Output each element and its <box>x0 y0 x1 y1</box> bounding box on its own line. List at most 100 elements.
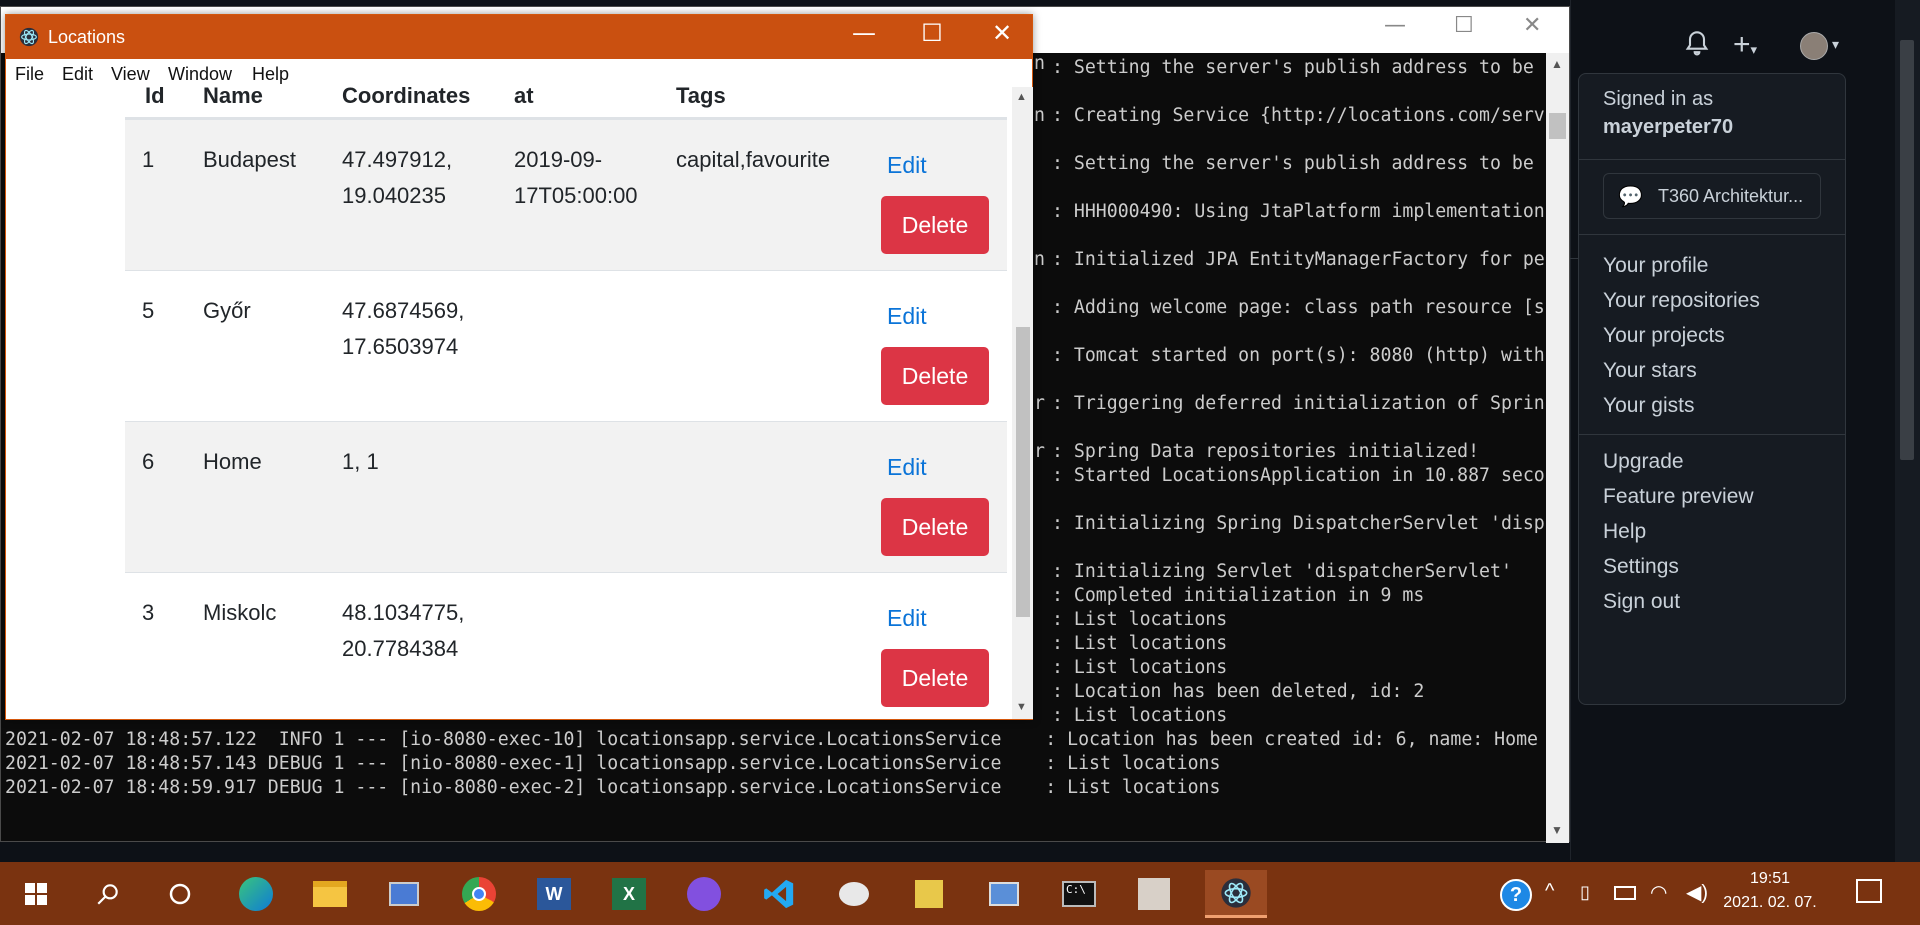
avatar[interactable] <box>1800 32 1828 60</box>
scroll-thumb[interactable] <box>1549 113 1566 139</box>
cell-id: 6 <box>142 449 155 474</box>
log-edge-char: r <box>1034 393 1045 414</box>
menu-feature-preview[interactable]: Feature preview <box>1603 485 1754 509</box>
battery-icon[interactable] <box>1614 886 1636 900</box>
log-line: : Started LocationsApplication in 10.887… <box>1052 465 1545 486</box>
chevron-up-icon[interactable]: ^ <box>1545 880 1554 903</box>
log-line: : Tomcat started on port(s): 8080 (http)… <box>1052 345 1545 366</box>
wifi-icon[interactable]: ◠ <box>1650 880 1667 905</box>
log-line: : Setting the server's publish address t… <box>1052 57 1534 78</box>
menu-your-projects[interactable]: Your projects <box>1603 324 1725 348</box>
tools-icon[interactable] <box>905 870 953 918</box>
cortana-icon[interactable] <box>156 870 204 918</box>
delete-button[interactable]: Delete <box>881 347 989 405</box>
edge-browser-icon[interactable] <box>232 870 280 918</box>
close-icon[interactable]: ✕ <box>1523 13 1541 38</box>
table-row: 6 Home 1, 1 Edit Delete <box>125 421 1007 572</box>
menu-your-profile[interactable]: Your profile <box>1603 254 1708 278</box>
menu-sign-out[interactable]: Sign out <box>1603 590 1680 614</box>
log-line: : List locations <box>1052 633 1228 654</box>
menu-help[interactable]: Help <box>252 64 289 85</box>
delete-button[interactable]: Delete <box>881 649 989 707</box>
log-edge-char: n <box>1034 105 1045 126</box>
volume-icon[interactable]: ◀) <box>1686 880 1708 905</box>
menu-file[interactable]: File <box>15 64 44 85</box>
maximize-icon[interactable]: ☐ <box>904 19 960 55</box>
header-at: at <box>514 87 534 108</box>
divider <box>1579 159 1845 160</box>
minimize-icon[interactable]: — <box>836 19 892 55</box>
notification-icon[interactable] <box>1856 879 1882 903</box>
phone-icon[interactable]: ▯ <box>1580 882 1590 903</box>
delete-button[interactable]: Delete <box>881 498 989 556</box>
word-icon[interactable]: W <box>530 870 578 918</box>
table-row: 1 Budapest 47.497912, 19.040235 2019-09-… <box>125 119 1007 270</box>
divider <box>1570 0 1571 860</box>
edit-link[interactable]: Edit <box>887 605 927 632</box>
bell-icon[interactable] <box>1683 30 1711 65</box>
scroll-up-icon[interactable]: ▲ <box>1551 57 1563 71</box>
set-status-button[interactable]: 💬 T360 Architektur... <box>1603 173 1821 219</box>
cell-coord: 17.6503974 <box>342 334 459 359</box>
scroll-down-icon[interactable]: ▼ <box>1551 823 1563 837</box>
edit-link[interactable]: Edit <box>887 152 927 179</box>
network-icon[interactable] <box>980 870 1028 918</box>
log-line: : Creating Service {http://locations.com… <box>1052 105 1545 126</box>
menu-your-repositories[interactable]: Your repositories <box>1603 289 1760 313</box>
log-line: : Triggering deferred initialization of … <box>1052 393 1545 414</box>
clock[interactable]: 19:51 2021. 02. 07. <box>1720 870 1820 912</box>
cell-coord: 48.1034775, <box>342 600 465 625</box>
maximize-icon[interactable]: ☐ <box>1454 13 1474 38</box>
status-text: T360 Architektur... <box>1658 186 1804 206</box>
search-icon[interactable] <box>84 870 132 918</box>
app-scrollbar[interactable]: ▲ ▼ <box>1012 87 1033 719</box>
vscode-icon[interactable] <box>755 870 803 918</box>
plus-icon[interactable]: +▾ <box>1733 28 1757 62</box>
log-line: : Completed initialization in 9 ms <box>1052 585 1425 606</box>
menu-your-stars[interactable]: Your stars <box>1603 359 1697 383</box>
menu-window[interactable]: Window <box>168 64 232 85</box>
chrome-icon[interactable] <box>455 870 503 918</box>
locations-table: Id Name Coordinates at Tags 1 Budapest 4… <box>6 87 1012 719</box>
menu-your-gists[interactable]: Your gists <box>1603 394 1694 418</box>
browser-scrollbar[interactable] <box>1895 0 1920 862</box>
windows-start-icon[interactable] <box>12 870 60 918</box>
terminal-icon[interactable]: C:\ <box>1055 870 1103 918</box>
scroll-thumb[interactable] <box>1016 327 1030 617</box>
cell-coord: 47.6874569, <box>342 298 465 323</box>
paint-icon[interactable] <box>830 870 878 918</box>
close-icon[interactable]: ✕ <box>974 19 1030 55</box>
menu-edit[interactable]: Edit <box>62 64 93 85</box>
minimize-icon[interactable]: — <box>1384 13 1406 38</box>
log-line: : Initializing Servlet 'dispatcherServle… <box>1052 561 1512 582</box>
scroll-down-icon[interactable]: ▼ <box>1016 701 1027 713</box>
log-edge-char: r <box>1034 441 1045 462</box>
scroll-thumb[interactable] <box>1900 40 1914 460</box>
app-icon[interactable] <box>1130 870 1178 918</box>
cell-name: Home <box>203 449 262 474</box>
cell-id: 1 <box>142 147 155 172</box>
help-icon[interactable]: ? <box>1500 879 1532 911</box>
remote-desktop-icon[interactable] <box>380 870 428 918</box>
menu-settings[interactable]: Settings <box>1603 555 1679 579</box>
console-scrollbar[interactable]: ▲ ▼ <box>1546 53 1569 843</box>
log-line: : List locations <box>1052 705 1228 726</box>
edit-link[interactable]: Edit <box>887 454 927 481</box>
scroll-up-icon[interactable]: ▲ <box>1016 91 1027 103</box>
delete-button[interactable]: Delete <box>881 196 989 254</box>
log-edge-char: n <box>1034 249 1045 270</box>
file-explorer-icon[interactable] <box>306 870 354 918</box>
user-dropdown-menu: Signed in as mayerpeter70 💬 T360 Archite… <box>1578 73 1846 705</box>
excel-icon[interactable]: X <box>605 870 653 918</box>
cell-coord: 47.497912, <box>342 147 453 172</box>
github-desktop-icon[interactable] <box>680 870 728 918</box>
menu-upgrade[interactable]: Upgrade <box>1603 450 1684 474</box>
menu-view[interactable]: View <box>111 64 150 85</box>
edit-link[interactable]: Edit <box>887 303 927 330</box>
log-line: : Setting the server's publish address t… <box>1052 153 1534 174</box>
chevron-down-icon: ▾ <box>1750 42 1758 57</box>
menu-help[interactable]: Help <box>1603 520 1646 544</box>
chevron-down-icon[interactable]: ▾ <box>1832 36 1839 53</box>
log-line: : Initialized JPA EntityManagerFactory f… <box>1052 249 1545 270</box>
electron-taskbar-icon[interactable] <box>1205 870 1267 918</box>
